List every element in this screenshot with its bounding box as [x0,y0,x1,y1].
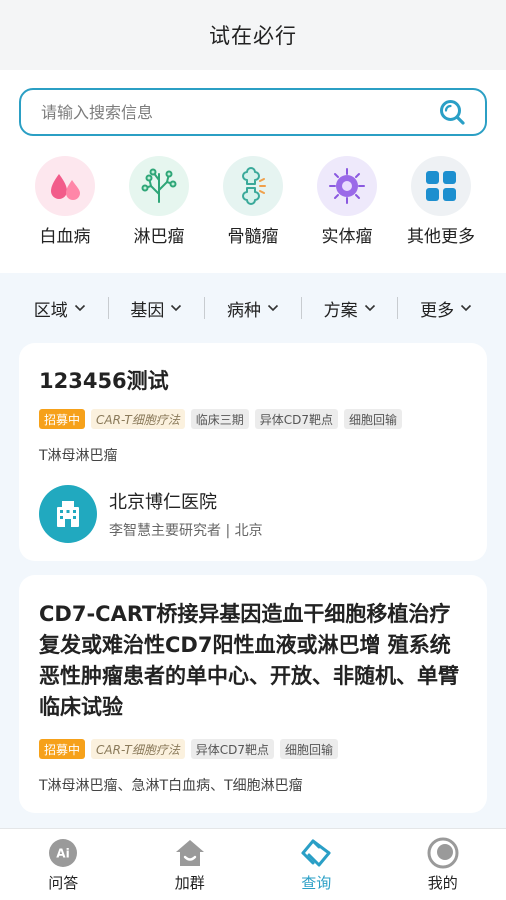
tab-profile[interactable]: 我的 [380,829,506,900]
tab-label: 加群 [174,874,205,892]
category-leukemia[interactable]: 白血病 [19,156,111,247]
filter-gene[interactable]: 基因 [109,296,205,321]
trial-disease: T淋母淋巴瘤、急淋T白血病、T细胞淋巴瘤 [39,778,303,794]
tab-label: 问答 [48,874,79,892]
bone-icon [223,156,283,216]
chevron-down-icon [364,304,375,312]
cell-icon [317,156,377,216]
tag-list: 招募中 CAR-T细胞疗法 异体CD7靶点 细胞回输 [39,739,467,759]
tag-infusion: 细胞回输 [280,739,339,759]
category-more[interactable]: 其他更多 [395,156,487,247]
trial-card[interactable]: CD7-CART桥接异基因造血干细胞移植治疗复发或难治性CD7阳性血液或淋巴增 … [19,575,487,813]
status-badge: 招募中 [39,409,86,429]
tag-method: CAR-T细胞疗法 [91,739,185,759]
trial-title: CD7-CART桥接异基因造血干细胞移植治疗复发或难治性CD7阳性血液或淋巴增 … [39,602,459,719]
tag-infusion: 细胞回输 [344,409,403,429]
filter-label: 方案 [323,300,358,321]
category-lymphoma[interactable]: 淋巴瘤 [113,156,205,247]
ai-icon: Ai [46,836,80,870]
tab-label: 我的 [427,874,458,892]
category-myeloma[interactable]: 骨髓瘤 [207,156,299,247]
search-bar[interactable] [19,88,487,136]
profile-icon [426,836,460,870]
grid-icon [411,156,471,216]
page-title: 试在必行 [209,24,297,48]
tab-join-group[interactable]: 加群 [127,829,254,900]
status-badge: 招募中 [39,739,86,759]
tab-qa[interactable]: Ai 问答 [0,829,127,900]
tag-list: 招募中 CAR-T细胞疗法 临床三期 异体CD7靶点 细胞回输 [39,409,467,429]
filter-region[interactable]: 区域 [12,296,108,321]
filter-more[interactable]: 更多 [398,296,494,321]
filter-label: 病种 [226,300,261,321]
tag-phase: 临床三期 [190,409,249,429]
hospital-name: 北京博仁医院 [109,492,217,513]
tab-label: 查询 [301,874,332,892]
tag-target: 异体CD7靶点 [254,409,339,429]
tab-search[interactable]: 查询 [253,829,380,900]
trial-card[interactable]: 123456测试 招募中 CAR-T细胞疗法 临床三期 异体CD7靶点 细胞回输… [19,343,487,561]
chevron-down-icon [461,304,472,312]
category-label: 骨髓瘤 [227,227,279,247]
filter-label: 更多 [420,300,455,321]
category-label: 白血病 [39,227,91,247]
tag-method: CAR-T细胞疗法 [91,409,185,429]
category-solid-tumor[interactable]: 实体瘤 [301,156,393,247]
filter-disease[interactable]: 病种 [205,296,301,321]
blood-drops-icon [35,156,95,216]
bottom-tab-bar: Ai 问答 加群 查询 我的 [0,828,506,900]
hospital-row: 北京博仁医院 李智慧主要研究者 | 北京 [39,485,467,543]
principal-investigator: 李智慧主要研究者 | 北京 [109,523,263,539]
filter-label: 区域 [33,300,68,321]
handshake-icon [299,836,333,870]
search-input[interactable] [41,102,401,122]
trial-title: 123456测试 [39,369,169,393]
hospital-icon [39,485,97,543]
filter-plan[interactable]: 方案 [302,296,398,321]
svg-text:Ai: Ai [57,847,70,861]
category-list: 白血病 淋巴瘤 骨髓瘤 实体瘤 其他更多 [19,136,487,247]
tag-target: 异体CD7靶点 [190,739,274,759]
house-icon [173,836,207,870]
search-icon[interactable] [437,97,467,127]
chevron-down-icon [171,304,182,312]
app-header: 试在必行 [0,0,506,70]
category-label: 实体瘤 [321,227,373,247]
filter-label: 基因 [130,300,165,321]
category-label: 其他更多 [407,227,475,247]
top-section: 白血病 淋巴瘤 [0,70,506,273]
filter-bar: 区域 基因 病种 方案 更多 [0,273,506,343]
trial-disease: T淋母淋巴瘤 [39,448,118,464]
category-label: 淋巴瘤 [133,227,185,247]
lymph-icon [129,156,189,216]
chevron-down-icon [74,304,85,312]
chevron-down-icon [267,304,279,312]
